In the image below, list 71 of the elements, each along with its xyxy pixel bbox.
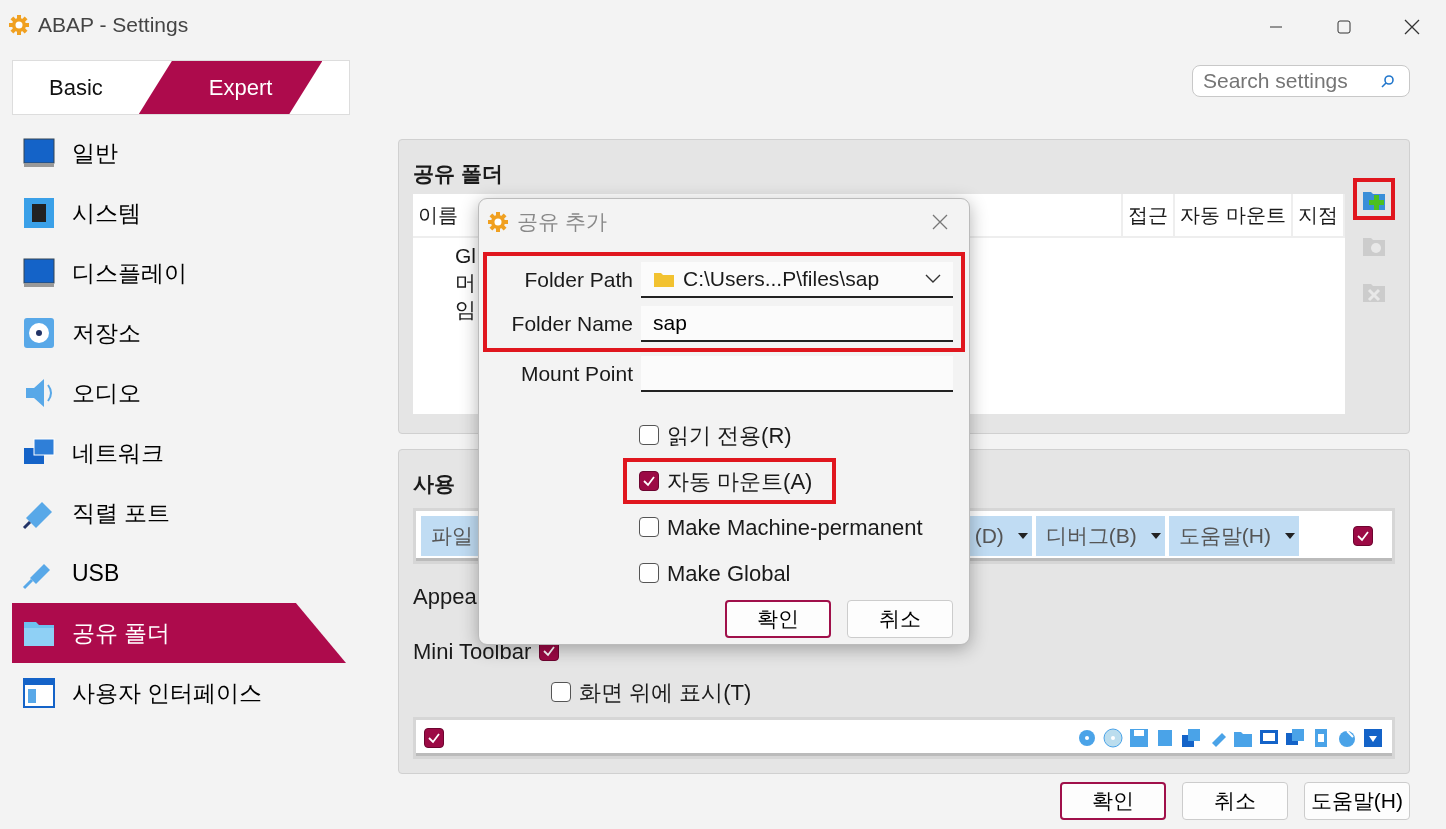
chevron-icon xyxy=(925,274,941,284)
caret-icon xyxy=(1285,532,1295,539)
gear-icon xyxy=(487,210,509,233)
sidebar-item[interactable]: 오디오 xyxy=(12,363,346,423)
cd-icon xyxy=(1102,726,1124,749)
folder-path-combo[interactable]: C:\Users...P\files\sap xyxy=(641,262,953,298)
column-header: 지점 xyxy=(1293,193,1345,238)
dialog-button[interactable]: 취소 xyxy=(1181,782,1288,820)
dialog-button[interactable]: 취소 xyxy=(847,600,953,638)
section-title: 사용 xyxy=(413,471,455,497)
checkbox[interactable] xyxy=(551,682,571,702)
sidebar-item[interactable]: 일반 xyxy=(12,123,346,183)
checkbox[interactable] xyxy=(424,727,444,748)
checkbox-label: Make Machine-permanent xyxy=(667,513,923,542)
dialog-title: 공유 추가 xyxy=(517,208,608,235)
sidebar-item[interactable]: 네트워크 xyxy=(12,423,346,483)
field-label: Folder Path xyxy=(523,267,633,294)
checkbox-label: 화면 위에 표시(T) xyxy=(579,678,752,707)
table-cell-text: 임 xyxy=(455,296,476,323)
checkbox[interactable] xyxy=(639,563,659,583)
checkbox-label: 자동 마운트(A) xyxy=(667,467,813,496)
checkbox-label: 읽기 전용(R) xyxy=(667,421,792,450)
sidebar-item[interactable]: 저장소 xyxy=(12,303,346,363)
checkbox[interactable] xyxy=(639,425,659,445)
network-icon xyxy=(1180,726,1202,749)
mode-tab[interactable]: Basic xyxy=(13,61,139,114)
sidebar-item[interactable]: 직렬 포트 xyxy=(12,483,346,543)
close-icon xyxy=(1404,18,1420,35)
input-field[interactable] xyxy=(641,356,953,392)
dialog-button[interactable]: 확인 xyxy=(1059,782,1166,820)
checkbox[interactable] xyxy=(639,517,659,537)
section-title: 공유 폴더 xyxy=(413,161,503,187)
dialog-button[interactable]: 도움말(H) xyxy=(1303,782,1410,820)
checkmark-icon xyxy=(542,645,557,657)
caret-icon xyxy=(1017,532,1028,539)
mode-tab[interactable]: Expert xyxy=(138,61,323,114)
monitor-icon xyxy=(22,256,56,290)
field-label: Mini Toolbar xyxy=(413,637,532,666)
maximize-icon xyxy=(1337,19,1351,34)
window-icon xyxy=(22,676,56,710)
monitor-icon xyxy=(22,136,56,170)
column-header: 자동 마운트 xyxy=(1175,193,1293,238)
dialog-button[interactable]: 확인 xyxy=(725,600,831,638)
sidebar-item[interactable]: USB xyxy=(12,543,346,603)
checkbox-label: Make Global xyxy=(667,559,791,588)
minimize-icon xyxy=(1269,25,1283,28)
table-cell-text: Gl xyxy=(455,242,476,269)
section-label: Appea xyxy=(413,582,477,611)
floppy-icon xyxy=(1128,726,1150,749)
input-field[interactable]: sap xyxy=(641,306,953,342)
table-cell-text: 머 xyxy=(455,269,476,296)
folder-icon xyxy=(653,270,675,288)
close-icon xyxy=(932,214,948,231)
sidebar-item[interactable]: 디스플레이 xyxy=(12,243,346,303)
field-label: Mount Point xyxy=(519,361,633,388)
download-icon xyxy=(1362,726,1384,749)
checkmark-icon xyxy=(1356,529,1370,542)
checkbox[interactable] xyxy=(639,471,659,491)
field-label: Folder Name xyxy=(510,311,633,338)
checkmark-icon xyxy=(427,731,441,744)
sidebar-item[interactable]: 사용자 인터페이스 xyxy=(12,663,346,723)
search-field[interactable]: Search settings xyxy=(1192,65,1410,97)
checkmark-icon xyxy=(642,475,656,487)
checkbox[interactable] xyxy=(1353,525,1373,546)
sidebar-item[interactable]: 공유 폴더 xyxy=(12,603,346,663)
window-title: ABAP - Settings xyxy=(38,12,190,39)
search-icon xyxy=(1381,74,1395,88)
caret-icon xyxy=(1150,532,1161,539)
column-header: 접근 xyxy=(1123,193,1176,238)
gear-icon xyxy=(8,14,30,36)
sidebar-item[interactable]: 시스템 xyxy=(12,183,346,243)
